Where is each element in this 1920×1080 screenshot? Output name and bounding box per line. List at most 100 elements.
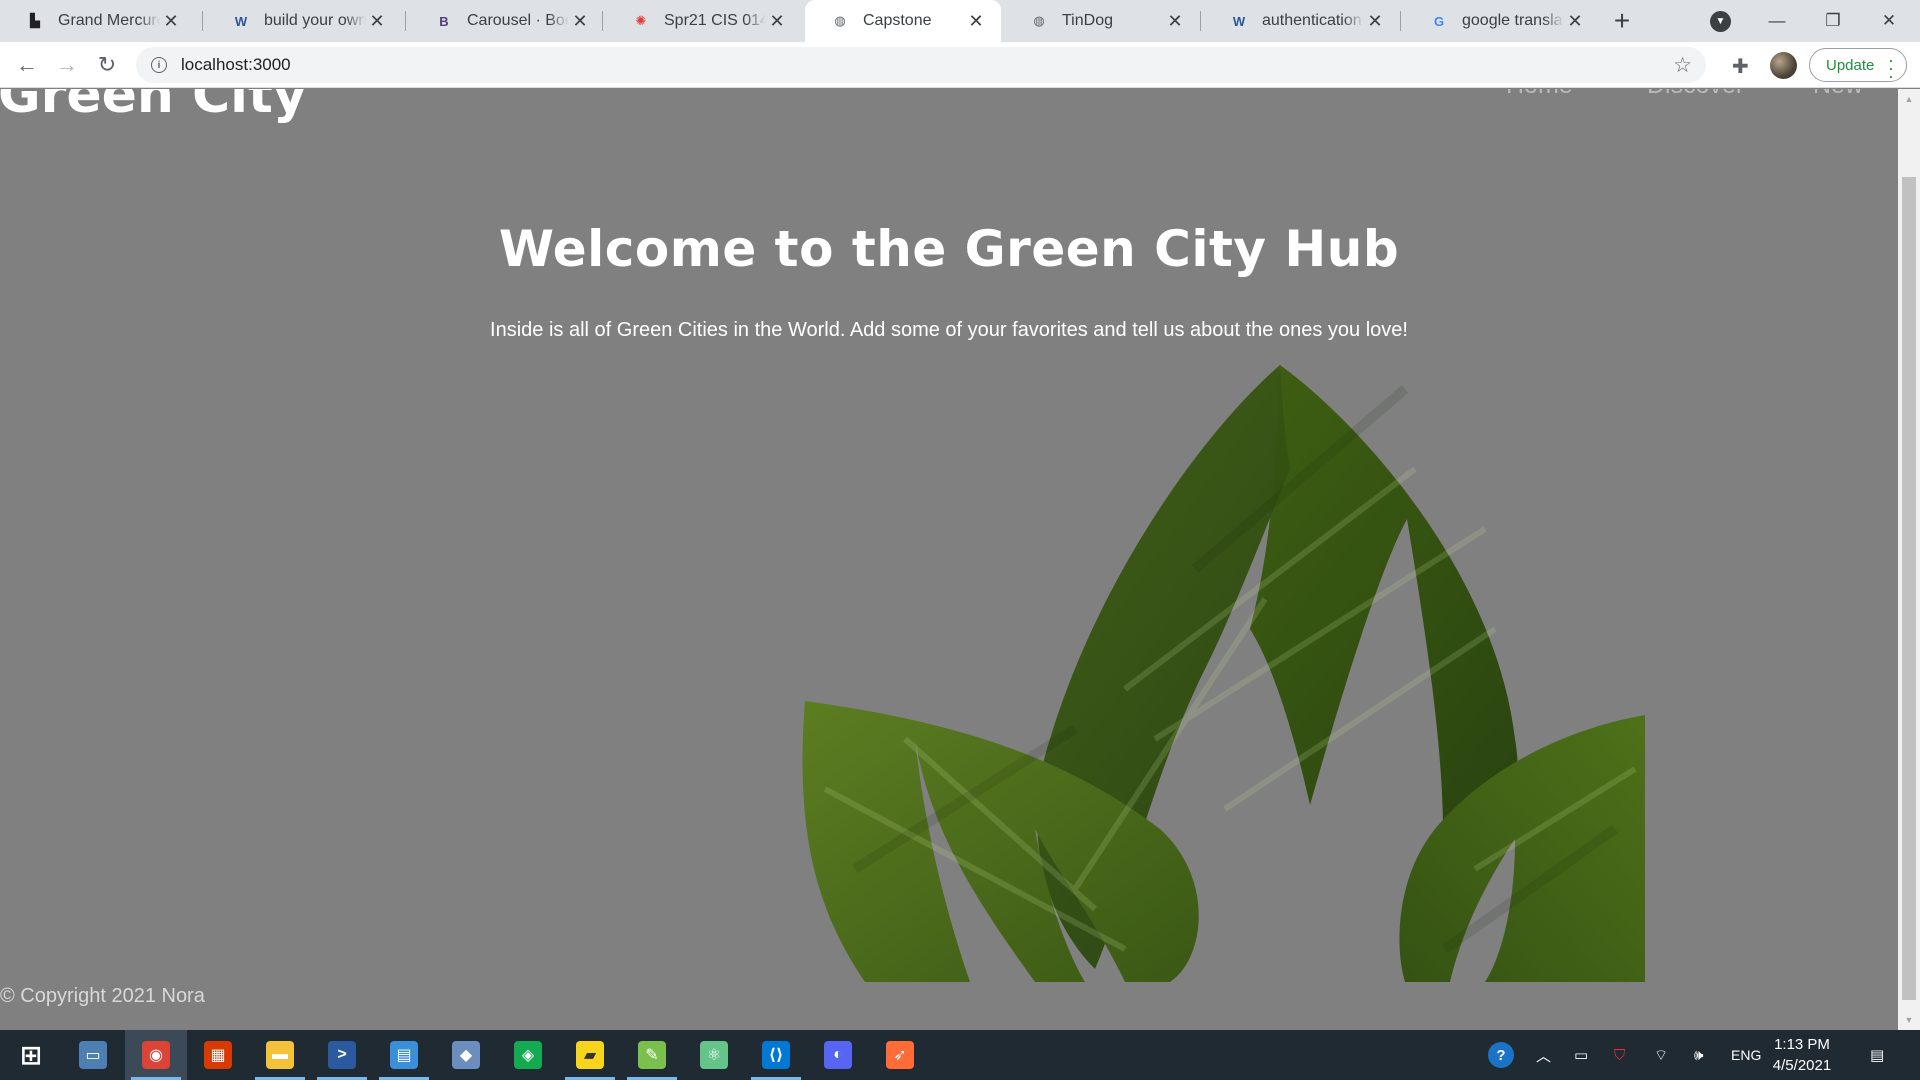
url-text[interactable]: localhost:3000 [181, 55, 291, 75]
reload-icon[interactable]: ↻ [91, 49, 123, 81]
taskbar-item[interactable]: ➶ [869, 1030, 931, 1080]
battery-icon[interactable]: ▭ [1574, 1030, 1588, 1080]
browser-tab-strip: ▙Grand Mercure Pu✕Wbuild your own RE✕BCa… [0, 0, 1920, 42]
atom-icon: ⚛ [700, 1041, 728, 1069]
volume-icon[interactable]: 🕪 [1694, 1030, 1703, 1080]
tab-close-icon[interactable]: ✕ [366, 10, 388, 32]
tab-close-icon[interactable]: ✕ [1164, 10, 1186, 32]
taskbar-item[interactable]: ▬ [249, 1030, 311, 1080]
word-icon: W [1232, 13, 1246, 29]
tab-close-icon[interactable]: ✕ [160, 10, 182, 32]
browser-tab[interactable]: ✺ Spr21 CIS 014 #30✕ [606, 0, 802, 42]
restore-icon[interactable]: ❐ [1805, 0, 1861, 42]
browser-tab[interactable]: Wbuild your own RE✕ [206, 0, 402, 42]
start-icon: ⊞ [20, 1039, 42, 1070]
office-icon: ▦ [204, 1041, 232, 1069]
browser-tab[interactable]: B Carousel · Bootstr✕ [409, 0, 605, 42]
taskbar-item[interactable]: ✎ [621, 1030, 683, 1080]
tab-title: build your own RE [264, 12, 366, 29]
google-icon: G [1433, 13, 1445, 29]
browser-tab[interactable]: ◍ Capstone ✕ [805, 0, 1001, 42]
tab-title: authentication - M [1262, 12, 1364, 29]
bookmark-star-icon[interactable]: ☆ [1673, 53, 1692, 78]
browser-tab[interactable]: Wauthentication - M✕ [1204, 0, 1400, 42]
minimize-icon[interactable]: — [1749, 0, 1805, 42]
tab-title: Capstone [863, 12, 932, 29]
menu-kebab-icon: · · · [1888, 50, 1894, 86]
green-leaves-illustration [802, 365, 1645, 982]
tab-separator [405, 11, 406, 31]
control-panel-icon: ▤ [390, 1041, 418, 1069]
page-scrollbar[interactable]: ▲ ▼ [1898, 89, 1920, 1030]
taskbar-item[interactable]: ⚛ [683, 1030, 745, 1080]
bootstrap-icon: B [439, 13, 449, 29]
scroll-down-arrow-icon[interactable]: ▼ [1898, 1010, 1920, 1030]
discord-icon: ◐ [824, 1041, 852, 1069]
tab-title: Spr21 CIS 014 #30 [664, 12, 766, 29]
taskbar-item[interactable]: ◆ [435, 1030, 497, 1080]
chrome-icon: ◉ [142, 1041, 170, 1069]
sticky-notes-icon: ▰ [576, 1041, 604, 1069]
tab-separator [1400, 11, 1401, 31]
taskbar-item[interactable]: > [311, 1030, 373, 1080]
address-bar[interactable]: i localhost:3000 ☆ [136, 47, 1706, 83]
tab-close-icon[interactable]: ✕ [569, 10, 591, 32]
taskbar-item[interactable]: ◐ [807, 1030, 869, 1080]
taskbar-item[interactable]: ◉ [125, 1030, 187, 1080]
tab-title: google translate [1462, 12, 1564, 29]
wifi-icon[interactable]: ⌔ [1654, 1030, 1668, 1080]
site-info-icon[interactable]: i [151, 57, 167, 73]
browser-toolbar: ← → ↻ i localhost:3000 ☆ ✚ Update · · · [0, 42, 1920, 88]
nav-link-discover[interactable]: Discover [1647, 89, 1744, 100]
nav-link-new[interactable]: New [1813, 89, 1863, 100]
tab-title: Grand Mercure Pu [58, 12, 160, 29]
close-window-icon[interactable]: ✕ [1861, 0, 1917, 42]
taskbar-item[interactable]: ▦ [187, 1030, 249, 1080]
hotel-favicon-icon: ▙ [30, 13, 40, 28]
browser-tab[interactable]: Ggoogle translate✕ [1404, 0, 1600, 42]
update-button[interactable]: Update · · · [1809, 48, 1907, 86]
forward-icon[interactable]: → [51, 49, 83, 81]
clock-time: 1:13 PM [1774, 1036, 1830, 1053]
hero-title: Welcome to the Green City Hub [498, 220, 1400, 278]
tab-close-icon[interactable]: ✕ [1564, 10, 1586, 32]
file-explorer-icon: ▬ [266, 1041, 294, 1069]
new-tab-button[interactable]: + [1607, 5, 1637, 36]
taskbar-item[interactable]: ▭ [62, 1030, 124, 1080]
extensions-puzzle-icon[interactable]: ✚ [1732, 54, 1749, 79]
tab-close-icon[interactable]: ✕ [766, 10, 788, 32]
task-view-icon: ▭ [79, 1041, 107, 1069]
tab-close-icon[interactable]: ✕ [965, 10, 987, 32]
tab-title: TinDog [1062, 12, 1113, 29]
taskbar-item[interactable]: ▰ [559, 1030, 621, 1080]
scroll-up-arrow-icon[interactable]: ▲ [1898, 89, 1920, 109]
browser-tab[interactable]: ◍ TinDog ✕ [1004, 0, 1200, 42]
git-icon: ◆ [452, 1041, 480, 1069]
back-icon[interactable]: ← [11, 49, 43, 81]
language-indicator[interactable]: ENG [1731, 1030, 1761, 1080]
taskbar-item[interactable]: ⟨⟩ [745, 1030, 807, 1080]
site-brand[interactable]: Green City [0, 89, 307, 125]
taskbar-item[interactable]: ▤ [373, 1030, 435, 1080]
globe-icon: ◍ [834, 13, 846, 28]
scroll-thumb[interactable] [1902, 177, 1916, 1000]
help-icon[interactable]: ? [1488, 1030, 1514, 1080]
nav-link-home[interactable]: Home [1506, 89, 1573, 100]
word-icon: W [234, 13, 248, 29]
tab-separator [602, 11, 603, 31]
profile-avatar[interactable] [1770, 52, 1797, 79]
update-button-label: Update [1826, 56, 1875, 74]
mcafee-shield-icon[interactable]: ⛉ [1614, 1030, 1625, 1080]
right-leaf [1399, 715, 1645, 982]
browser-tab[interactable]: ▙ Grand Mercure Pu✕ [0, 0, 196, 42]
page-viewport: Green City Home Discover New [0, 89, 1898, 1030]
taskbar-item[interactable]: ⊞ [0, 1030, 62, 1080]
tray-chevron-up-icon[interactable]: ︿ [1536, 1030, 1551, 1080]
notifications-icon[interactable]: ▤ [1870, 1030, 1884, 1080]
tab-search-icon[interactable]: ▼ [1710, 11, 1731, 32]
system-clock[interactable]: 1:13 PM 4/5/2021 [1760, 1034, 1844, 1076]
clock-date: 4/5/2021 [1772, 1057, 1832, 1074]
tab-close-icon[interactable]: ✕ [1364, 10, 1386, 32]
taskbar-item[interactable]: ◈ [497, 1030, 559, 1080]
mongodb-compass-icon: ◈ [514, 1041, 542, 1069]
